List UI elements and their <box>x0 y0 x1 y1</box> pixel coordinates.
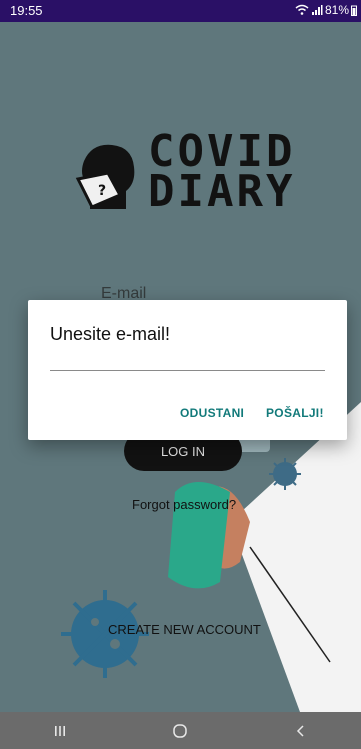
battery-percent: 81% <box>324 3 349 17</box>
back-icon <box>296 724 304 737</box>
system-nav-bar <box>0 712 361 749</box>
dialog-title: Unesite e-mail! <box>50 324 171 344</box>
send-button[interactable]: POŠALJI! <box>266 406 324 420</box>
cancel-button[interactable]: ODUSTANI <box>180 406 244 420</box>
status-bar: 19:55 81% <box>0 0 361 22</box>
home-button[interactable] <box>150 716 210 746</box>
status-icons: 81% <box>295 3 357 17</box>
battery-icon <box>351 5 357 16</box>
signal-icon <box>311 5 323 15</box>
back-button[interactable] <box>271 716 331 746</box>
email-dialog: Unesite e-mail! ODUSTANI POŠALJI! <box>28 300 347 440</box>
home-icon <box>173 723 188 738</box>
wifi-icon <box>295 4 309 15</box>
recent-apps-icon <box>55 725 66 736</box>
recent-apps-button[interactable] <box>30 716 90 746</box>
dialog-email-input[interactable] <box>50 370 325 371</box>
status-time: 19:55 <box>10 3 43 18</box>
